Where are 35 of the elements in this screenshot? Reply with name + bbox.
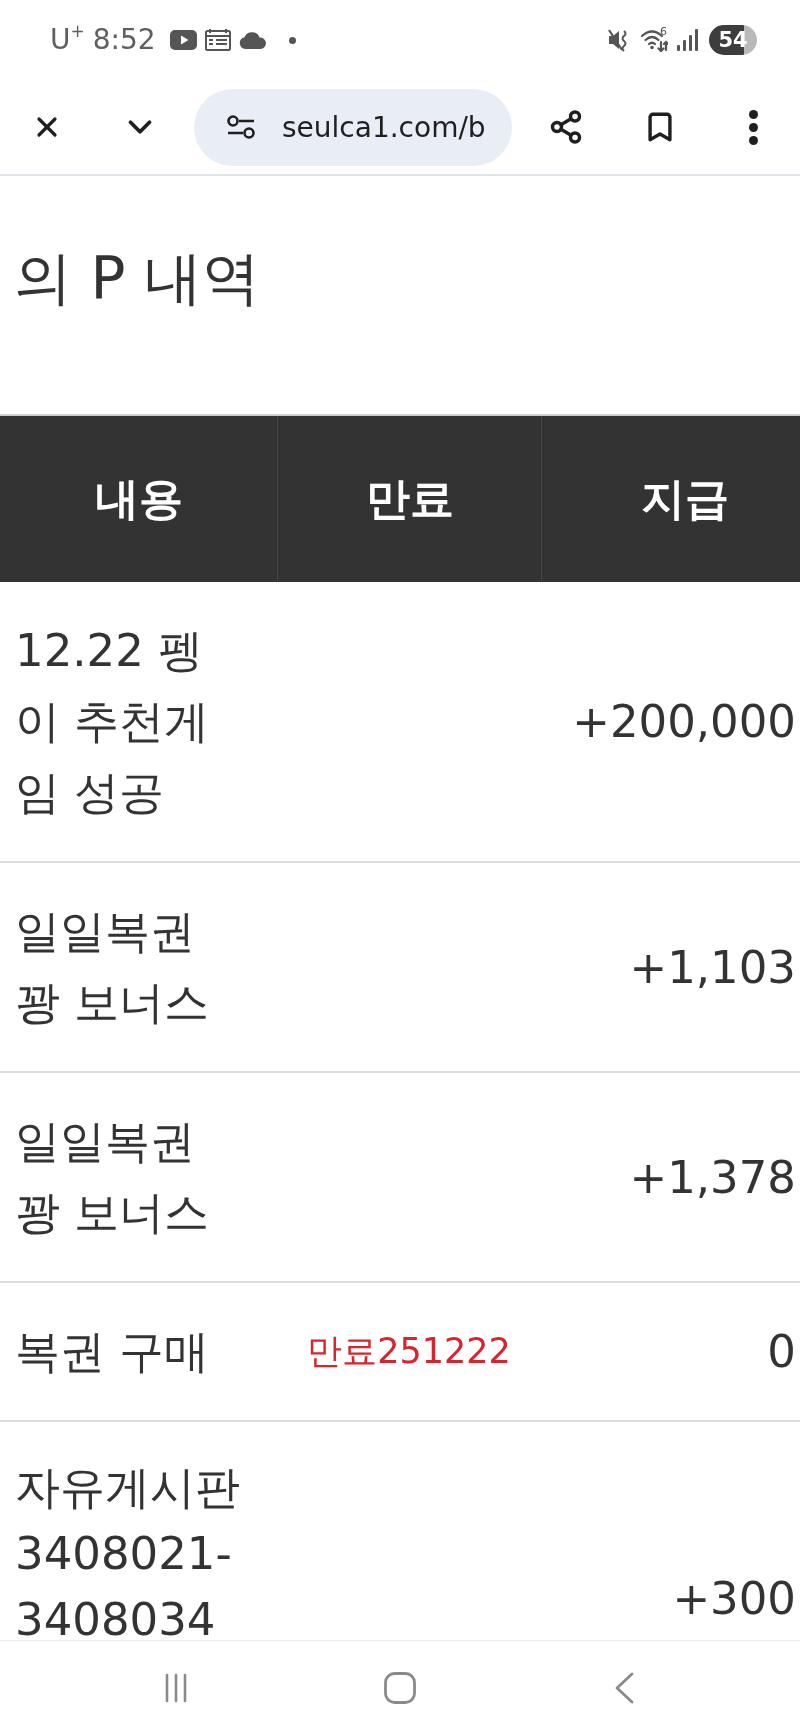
entry-description: 일일복권 꽝 보너스 bbox=[15, 1114, 211, 1241]
cloud-icon bbox=[238, 31, 267, 49]
point-amount: +300 bbox=[672, 1571, 796, 1625]
point-amount: +1,103 bbox=[629, 940, 796, 994]
home-button[interactable] bbox=[384, 1671, 416, 1704]
share-icon bbox=[548, 109, 584, 145]
entry-description: 자유게시판 3408021-3408034 bbox=[15, 1460, 241, 1640]
signal-icon bbox=[677, 29, 699, 51]
point-amount: +1,378 bbox=[629, 1150, 796, 1204]
url-text: seulca1.com/b bbox=[282, 110, 486, 144]
entry-description: 복권 구매 bbox=[15, 1324, 211, 1380]
page-title: 의 P 내역 bbox=[14, 244, 260, 312]
recent-apps-button[interactable] bbox=[165, 1672, 187, 1703]
expiry-label: 만료251222 bbox=[307, 1330, 511, 1373]
back-button[interactable] bbox=[614, 1671, 634, 1704]
clock-time: 8:52 bbox=[92, 26, 156, 54]
video-play-icon bbox=[169, 30, 197, 50]
point-amount: 0 bbox=[767, 1325, 796, 1378]
wifi-standard-label: 6 bbox=[660, 26, 667, 37]
calendar-icon bbox=[204, 29, 231, 51]
carrier-label: U$^{+}$ bbox=[50, 26, 85, 54]
column-header: 내용 bbox=[0, 416, 277, 582]
address-bar[interactable]: seulca1.com/b bbox=[194, 88, 512, 166]
more-options-icon bbox=[748, 109, 758, 145]
entry-description: 일일복권 꽝 보너스 bbox=[15, 904, 211, 1031]
column-header: 지급 bbox=[541, 416, 800, 582]
wifi-icon bbox=[640, 28, 668, 52]
notification-dot-icon bbox=[288, 36, 296, 44]
entry-description: 12.22 펭이 추천게임 성공 bbox=[15, 623, 211, 821]
point-amount: +200,000 bbox=[572, 695, 796, 748]
tune-icon bbox=[227, 115, 255, 139]
recent-apps-icon bbox=[165, 1672, 187, 1703]
back-icon bbox=[614, 1671, 634, 1704]
column-header: 만료 bbox=[277, 416, 541, 582]
home-icon bbox=[384, 1671, 416, 1704]
